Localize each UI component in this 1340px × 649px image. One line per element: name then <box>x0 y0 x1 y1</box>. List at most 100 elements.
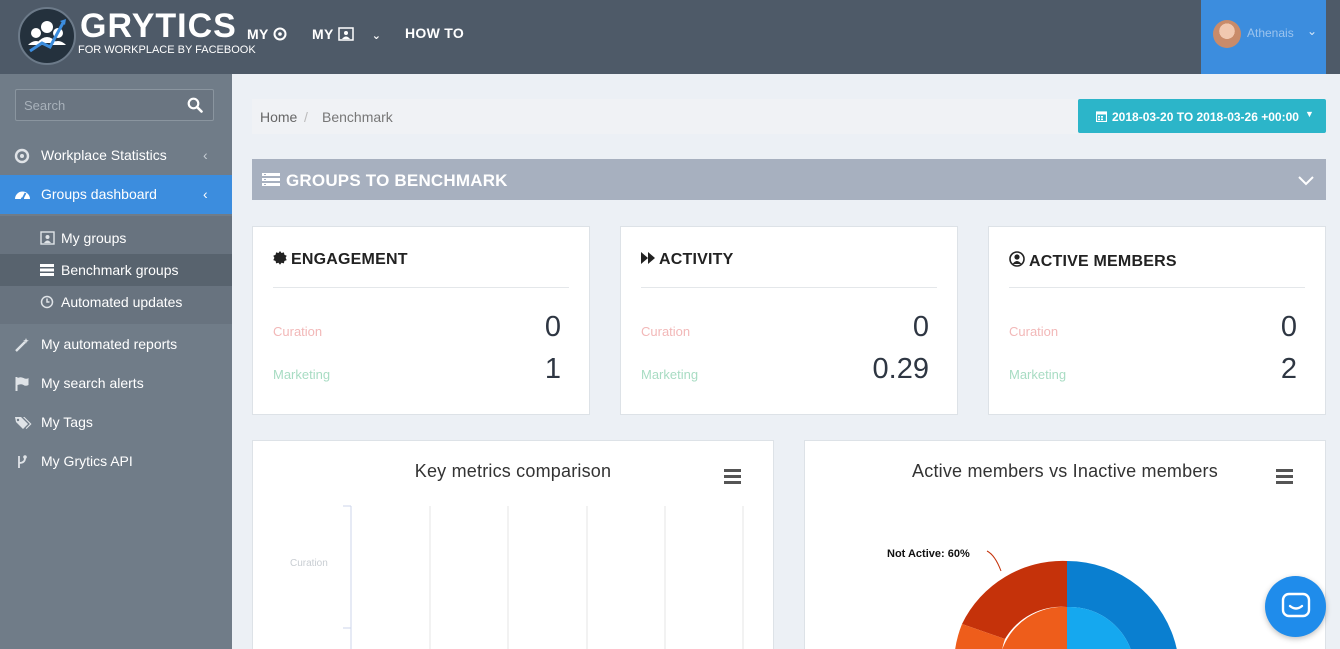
breadcrumb-current: Benchmark <box>322 109 393 125</box>
sidebar-item-workplace-statistics[interactable]: Workplace Statistics ‹ <box>0 136 232 175</box>
tags-icon <box>14 415 32 431</box>
groups-icon <box>40 231 55 245</box>
row-value-marketing: 1 <box>544 353 561 385</box>
workplace-icon <box>273 27 287 41</box>
row-label-marketing: Marketing <box>1009 367 1067 382</box>
sidebar-item-groups-dashboard[interactable]: Groups dashboard ‹ <box>0 175 232 214</box>
user-menu[interactable]: Athenais ⌄ <box>1201 0 1326 74</box>
chat-icon <box>1281 592 1311 618</box>
nav-my-workplace[interactable]: MY <box>247 26 287 42</box>
breadcrumb-home[interactable]: Home <box>260 109 297 125</box>
sidebar-search <box>15 89 214 121</box>
active-members-card: ACTIVE MEMBERS Curation 0 Marketing 2 <box>988 226 1326 415</box>
sub-item-label: My groups <box>61 230 127 246</box>
groups-dashboard-submenu: My groups Benchmark groups Automated upd… <box>0 216 232 324</box>
active-members-pie <box>955 550 1177 649</box>
nav-label: MY <box>247 26 269 42</box>
pie-data-label: Not Active: 60% <box>887 548 970 560</box>
date-range-label: 2018-03-20 TO 2018-03-26 +00:00 <box>1112 110 1299 124</box>
search-input[interactable] <box>16 90 181 120</box>
fast-forward-icon <box>641 252 655 264</box>
logo-mark <box>18 7 76 65</box>
nav-how-to[interactable]: HOW TO <box>405 25 464 41</box>
groups-icon <box>337 27 354 41</box>
row-label-curation: Curation <box>273 324 323 339</box>
divider <box>1009 287 1305 288</box>
dashboard-icon <box>14 187 30 203</box>
sidebar-item-label: My search alerts <box>41 375 144 391</box>
card-title-label: ACTIVITY <box>659 251 734 268</box>
panel-title: Key metrics comparison <box>414 461 612 481</box>
user-circle-icon <box>1009 251 1025 267</box>
row-label-curation: Curation <box>641 324 691 339</box>
chevron-left-icon: ‹ <box>203 147 208 163</box>
code-fork-icon <box>14 454 30 470</box>
sidebar-item-label: My automated reports <box>41 336 178 352</box>
row-value-marketing: 0.29 <box>872 353 929 385</box>
workplace-icon <box>14 148 30 164</box>
key-metrics-chart <box>343 505 744 649</box>
sub-item-label: Automated updates <box>61 294 183 310</box>
flag-icon <box>14 376 30 392</box>
groups-to-benchmark-bar[interactable]: GROUPS TO BENCHMARK <box>252 159 1326 200</box>
benchmark-bar-title: GROUPS TO BENCHMARK <box>286 171 508 190</box>
activity-card: ACTIVITY Curation 0 Marketing 0.29 <box>620 226 958 415</box>
chat-button[interactable] <box>1265 576 1326 637</box>
row-value-marketing: 2 <box>1280 353 1297 385</box>
sidebar-item-search-alerts[interactable]: My search alerts <box>0 364 232 403</box>
sidebar-item-tags[interactable]: My Tags <box>0 403 232 442</box>
sidebar-item-grytics-api[interactable]: My Grytics API <box>0 442 232 481</box>
avatar <box>1213 20 1241 48</box>
sidebar: Workplace Statistics ‹ Groups dashboard … <box>0 74 232 649</box>
card-title: ENGAGEMENT <box>273 251 408 269</box>
sidebar-item-label: Workplace Statistics <box>41 147 167 163</box>
row-label-curation: Curation <box>1009 324 1059 339</box>
row-value-curation: 0 <box>912 311 929 343</box>
row-label-marketing: Marketing <box>273 367 331 382</box>
clock-icon <box>40 295 54 309</box>
card-title: ACTIVE MEMBERS <box>1009 251 1177 271</box>
list-icon <box>40 263 54 277</box>
sidebar-item-label: Groups dashboard <box>41 186 157 202</box>
chevron-left-icon: ‹ <box>203 186 208 202</box>
row-value-curation: 0 <box>1280 311 1297 343</box>
date-range-button[interactable]: 2018-03-20 TO 2018-03-26 +00:00 ▼ <box>1078 99 1326 133</box>
row-value-curation: 0 <box>544 311 561 343</box>
list-icon <box>262 172 280 192</box>
certificate-icon <box>273 251 287 265</box>
user-name: Athenais <box>1247 26 1294 40</box>
top-bar: GRYTICS FOR WORKPLACE BY FACEBOOK MY MY … <box>0 0 1340 74</box>
grytics-logo[interactable]: GRYTICS FOR WORKPLACE BY FACEBOOK <box>18 7 256 65</box>
engagement-card: ENGAGEMENT Curation 0 Marketing 1 <box>252 226 590 415</box>
chevron-down-icon: ⌄ <box>1307 24 1318 38</box>
sidebar-item-label: My Tags <box>41 414 93 430</box>
chevron-down-icon[interactable] <box>1298 171 1314 191</box>
pie-label-connector <box>986 550 1002 572</box>
sidebar-item-my-groups[interactable]: My groups <box>0 222 232 254</box>
chart-menu-icon[interactable] <box>724 469 741 487</box>
key-metrics-panel: Key metrics comparison Curation <box>252 440 774 649</box>
divider <box>641 287 937 288</box>
search-icon[interactable] <box>187 97 203 118</box>
sidebar-item-automated-reports[interactable]: My automated reports <box>0 325 232 364</box>
logo-subtitle: FOR WORKPLACE BY FACEBOOK <box>78 44 256 56</box>
calendar-icon <box>1095 110 1108 125</box>
card-title: ACTIVITY <box>641 251 734 269</box>
active-members-panel: Active members vs Inactive members Not A… <box>804 440 1326 649</box>
chevron-down-icon: ⌄ <box>371 30 382 42</box>
sidebar-item-label: My Grytics API <box>41 453 133 469</box>
magic-wand-icon <box>14 337 30 353</box>
divider <box>273 287 569 288</box>
card-title-label: ENGAGEMENT <box>291 251 408 268</box>
logo-title: GRYTICS <box>80 7 237 45</box>
row-label-marketing: Marketing <box>641 367 699 382</box>
sidebar-item-automated-updates[interactable]: Automated updates <box>0 286 232 318</box>
sidebar-item-benchmark-groups[interactable]: Benchmark groups <box>0 254 232 286</box>
breadcrumb-separator: / <box>304 109 308 125</box>
nav-my-groups[interactable]: MY ⌄ <box>312 26 381 42</box>
card-title-label: ACTIVE MEMBERS <box>1029 253 1177 270</box>
sub-item-label: Benchmark groups <box>61 262 179 278</box>
breadcrumb: Home / Benchmark <box>252 99 1078 134</box>
axis-category-label: Curation <box>290 558 328 569</box>
caret-down-icon: ▼ <box>1305 109 1314 119</box>
